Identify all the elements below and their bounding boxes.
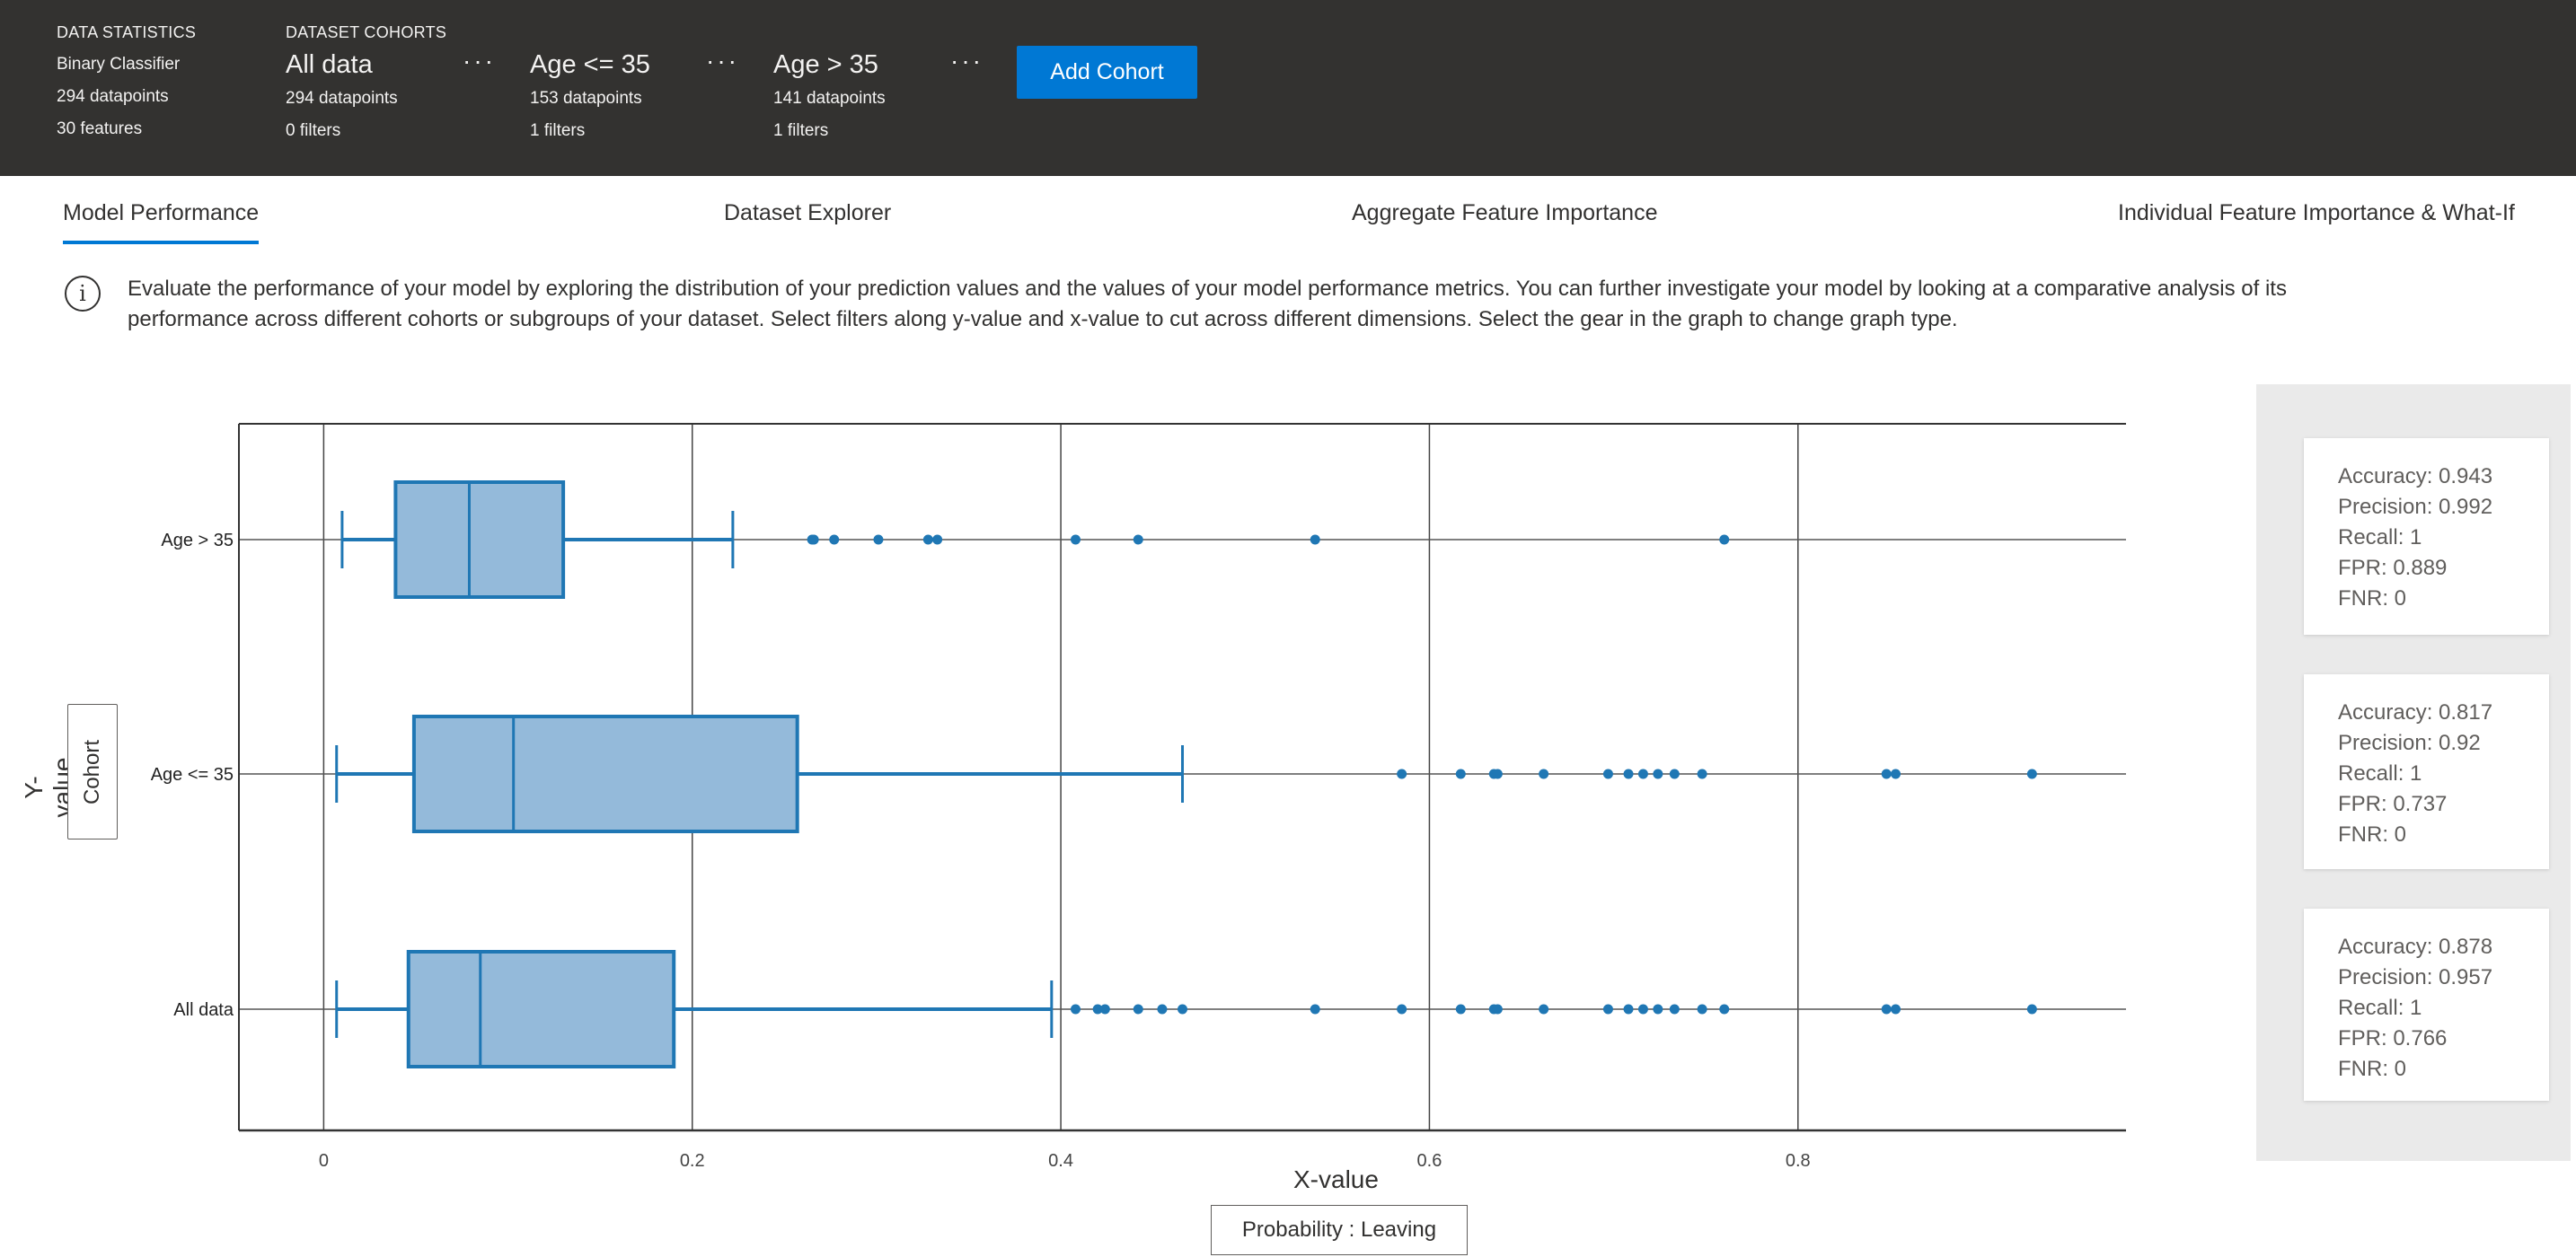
box <box>411 715 799 833</box>
fnr: FNR: 0 <box>2338 822 2407 847</box>
outlier-point <box>1719 534 1730 545</box>
recall: Recall: 1 <box>2338 525 2422 549</box>
outlier-point <box>1653 769 1663 779</box>
metrics-card-all-data: Accuracy: 0.878 Precision: 0.957 Recall:… <box>2304 909 2549 1101</box>
outlier-point <box>1669 1004 1680 1015</box>
x-tick-label: 0.4 <box>1048 1151 1073 1171</box>
recall: Recall: 1 <box>2338 761 2422 786</box>
x-tick-label: 0 <box>319 1151 329 1171</box>
accuracy: Accuracy: 0.878 <box>2338 935 2493 959</box>
outlier-point <box>1492 769 1503 779</box>
outlier-point <box>1070 1004 1081 1015</box>
recall: Recall: 1 <box>2338 996 2422 1020</box>
outlier-point <box>1697 769 1707 779</box>
outlier-point <box>1070 534 1081 545</box>
outlier-point <box>2026 1004 2037 1015</box>
fpr: FPR: 0.889 <box>2338 556 2448 580</box>
precision: Precision: 0.957 <box>2338 965 2493 989</box>
x-tick-label: 0.8 <box>1786 1151 1811 1171</box>
outlier-point <box>873 534 884 545</box>
x-axis-select-button[interactable]: Probability : Leaving <box>1211 1205 1468 1255</box>
outlier-point <box>1133 1004 1143 1015</box>
outlier-point <box>1891 1004 1901 1015</box>
outlier-point <box>1881 769 1892 779</box>
outlier-point <box>1492 1004 1503 1015</box>
outlier-point <box>1697 1004 1707 1015</box>
y-tick-label: Age <= 35 <box>151 765 234 785</box>
outlier-point <box>1539 1004 1549 1015</box>
box <box>393 480 566 599</box>
outlier-point <box>1455 769 1466 779</box>
outlier-point <box>1133 534 1143 545</box>
outlier-point <box>1455 1004 1466 1015</box>
outlier-point <box>1891 769 1901 779</box>
outlier-point <box>1602 769 1613 779</box>
outlier-point <box>1719 1004 1730 1015</box>
outlier-point <box>1637 769 1648 779</box>
fnr: FNR: 0 <box>2338 1057 2407 1081</box>
outlier-point <box>1637 1004 1648 1015</box>
outlier-point <box>1099 1004 1110 1015</box>
outlier-point <box>1539 769 1549 779</box>
metrics-panel: Accuracy: 0.943 Precision: 0.992 Recall:… <box>2256 384 2571 1161</box>
box-plot-chart: 0 0.2 0.4 0.6 0.8 All data Age <= 35 Age > 35 <box>151 423 2126 1171</box>
metrics-card-age-gt-35: Accuracy: 0.943 Precision: 0.992 Recall:… <box>2304 438 2549 635</box>
outlier-point <box>932 534 943 545</box>
outlier-point <box>1397 769 1407 779</box>
outlier-point <box>1623 1004 1634 1015</box>
outlier-point <box>829 534 840 545</box>
outlier-point <box>1178 1004 1187 1015</box>
fpr: FPR: 0.737 <box>2338 792 2448 816</box>
accuracy: Accuracy: 0.943 <box>2338 464 2493 488</box>
outlier-point <box>1881 1004 1892 1015</box>
outlier-point <box>1310 1004 1320 1015</box>
y-tick-label: All data <box>173 1000 234 1020</box>
box <box>406 950 676 1068</box>
outlier-point <box>1669 769 1680 779</box>
outlier-point <box>2026 769 2037 779</box>
y-axis-select-label: Cohort <box>80 739 104 804</box>
outlier-point <box>808 534 819 545</box>
precision: Precision: 0.92 <box>2338 731 2481 755</box>
x-axis-title: X-value <box>1293 1165 1379 1193</box>
outlier-point <box>1602 1004 1613 1015</box>
fpr: FPR: 0.766 <box>2338 1026 2448 1050</box>
outlier-point <box>1623 769 1634 779</box>
x-tick-label: 0.2 <box>680 1151 705 1171</box>
accuracy: Accuracy: 0.817 <box>2338 700 2493 725</box>
outlier-point <box>922 534 933 545</box>
precision: Precision: 0.992 <box>2338 495 2493 519</box>
fnr: FNR: 0 <box>2338 586 2407 611</box>
metrics-card-age-le-35: Accuracy: 0.817 Precision: 0.92 Recall: … <box>2304 674 2549 869</box>
outlier-point <box>1653 1004 1663 1015</box>
y-axis-select-button[interactable]: Cohort <box>67 704 118 839</box>
x-tick-label: 0.6 <box>1417 1151 1442 1171</box>
outlier-point <box>1157 1004 1168 1015</box>
outlier-point <box>1310 534 1320 545</box>
outlier-point <box>1397 1004 1407 1015</box>
y-tick-label: Age > 35 <box>161 531 234 550</box>
